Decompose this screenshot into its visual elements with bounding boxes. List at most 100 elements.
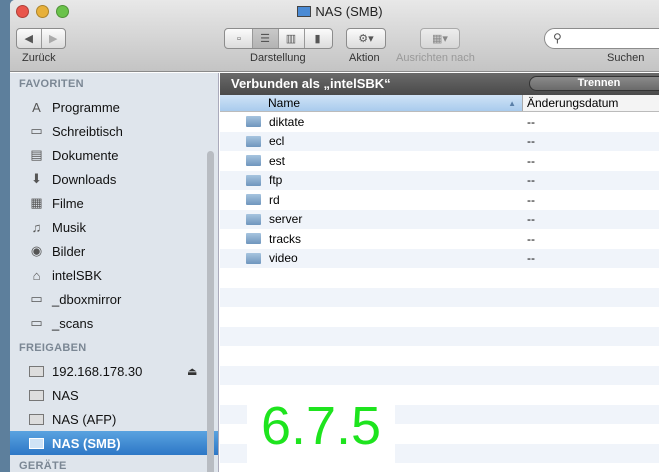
forward-arrow-icon: ▶ — [49, 33, 58, 45]
file-name: rd — [269, 192, 280, 207]
arrange-label: Ausrichten nach — [396, 52, 475, 64]
favorite-icon: ⬇ — [31, 171, 42, 186]
file-name: ftp — [269, 173, 283, 188]
action-button[interactable]: ⚙▾ — [346, 28, 386, 49]
modified-date: -- — [527, 212, 535, 227]
favorites-header: FAVORITEN — [19, 78, 84, 90]
folder-icon — [246, 174, 261, 186]
sort-ascending-icon: ▲ — [508, 99, 516, 108]
coverflow-view-button[interactable]: ▮ — [305, 29, 331, 48]
modified-date: -- — [527, 231, 535, 246]
empty-row — [220, 287, 659, 307]
favorite-icon: A — [32, 99, 41, 115]
version-overlay: 6.7.5 — [247, 390, 395, 463]
table-row[interactable]: server -- — [220, 209, 659, 229]
icon-view-icon: ▫ — [237, 32, 241, 45]
name-column-header[interactable]: Name ▲ — [220, 95, 523, 111]
sidebar: FAVORITEN A Programme ▭ Schreibtisch ▤ Dokume… — [10, 73, 219, 472]
devices-header: GERÄTE — [19, 460, 67, 472]
window-title-text: NAS (SMB) — [315, 4, 383, 19]
modified-date: -- — [527, 153, 535, 168]
sidebar-item-label: 192.168.178.30 — [52, 363, 143, 379]
favorite-icon: ♫ — [31, 219, 42, 235]
sidebar-share-item[interactable]: NAS — [10, 383, 218, 407]
modified-date: -- — [527, 134, 535, 149]
table-row[interactable]: ftp -- — [220, 170, 659, 190]
favorite-icon: ▤ — [30, 147, 43, 162]
computer-icon — [28, 364, 45, 379]
sidebar-scrollbar[interactable] — [207, 151, 214, 472]
favorite-icon: ▭ — [30, 291, 43, 306]
computer-icon — [297, 6, 312, 17]
modified-date: -- — [527, 192, 535, 207]
sidebar-item-dboxmirror[interactable]: ▭ _dboxmirror — [10, 287, 218, 311]
file-name: diktate — [269, 114, 305, 129]
file-name: server — [269, 212, 303, 227]
sidebar-item-schreibtisch[interactable]: ▭ Schreibtisch — [10, 119, 218, 143]
search-input[interactable]: ⚲ — [544, 28, 659, 49]
arrange-icon: ▦▾ — [432, 33, 448, 45]
arrange-button[interactable]: ▦▾ — [420, 28, 460, 49]
sidebar-item-downloads[interactable]: ⬇ Downloads — [10, 167, 218, 191]
folder-icon — [246, 194, 261, 206]
sidebar-item-label: Programme — [52, 99, 120, 115]
sidebar-item-label: intelSBK — [52, 267, 102, 283]
folder-icon — [246, 135, 261, 147]
back-label: Zurück — [22, 52, 56, 64]
table-row[interactable]: video -- — [220, 248, 659, 268]
icon-view-button[interactable]: ▫ — [227, 29, 253, 48]
search-label: Suchen — [607, 52, 645, 64]
column-view-button[interactable]: ▥ — [279, 29, 305, 48]
eject-icon[interactable]: ⏏ — [187, 365, 197, 378]
sidebar-item-label: Downloads — [52, 171, 117, 187]
sidebar-item-label: NAS — [52, 387, 79, 403]
favorite-icon: ◉ — [30, 243, 43, 258]
table-row[interactable]: rd -- — [220, 190, 659, 210]
file-name: ecl — [269, 134, 285, 149]
folder-icon — [246, 213, 261, 225]
toolbar: NAS (SMB) ◀ ▶ Zurück ▫ ☰ ▥ ▮ Darstellung… — [10, 0, 659, 72]
table-row[interactable]: est -- — [220, 151, 659, 171]
empty-row — [220, 346, 659, 366]
sidebar-item-intelsbk[interactable]: ⌂ intelSBK — [10, 263, 218, 287]
date-column-header[interactable]: Änderungsdatum — [523, 95, 659, 111]
computer-icon — [28, 436, 45, 451]
search-icon: ⚲ — [553, 31, 562, 45]
table-row[interactable]: ecl -- — [220, 131, 659, 151]
folder-icon — [246, 116, 261, 128]
folder-icon — [246, 252, 261, 264]
list-view-button[interactable]: ☰ — [252, 29, 279, 48]
sidebar-item-dokumente[interactable]: ▤ Dokumente — [10, 143, 218, 167]
sidebar-item-scans[interactable]: ▭ _scans — [10, 311, 218, 335]
sidebar-item-filme[interactable]: ▦ Filme — [10, 191, 218, 215]
view-label: Darstellung — [250, 52, 306, 64]
name-column-label: Name — [268, 96, 301, 110]
forward-button[interactable]: ▶ — [42, 29, 66, 48]
empty-row — [220, 307, 659, 327]
sidebar-share-item[interactable]: NAS (AFP) — [10, 407, 218, 431]
table-row[interactable]: diktate -- — [220, 112, 659, 132]
connection-bar: Verbunden als „intelSBK“ Trennen — [220, 73, 659, 95]
finder-window: NAS (SMB) ◀ ▶ Zurück ▫ ☰ ▥ ▮ Darstellung… — [10, 0, 659, 472]
window-title: NAS (SMB) — [10, 4, 659, 19]
view-control: ▫ ☰ ▥ ▮ — [224, 28, 333, 49]
empty-row — [220, 365, 659, 385]
back-button[interactable]: ◀ — [17, 29, 42, 48]
sidebar-item-musik[interactable]: ♫ Musik — [10, 215, 218, 239]
table-row[interactable]: tracks -- — [220, 229, 659, 249]
sidebar-item-bilder[interactable]: ◉ Bilder — [10, 239, 218, 263]
sidebar-item-programme[interactable]: A Programme — [10, 95, 218, 119]
sidebar-share-item[interactable]: 192.168.178.30 ⏏ — [10, 359, 218, 383]
column-view-icon: ▥ — [285, 33, 297, 45]
sidebar-item-label: Musik — [52, 219, 86, 235]
gear-icon: ⚙▾ — [358, 33, 374, 45]
sidebar-item-label: _scans — [52, 315, 94, 331]
back-forward-control: ◀ ▶ — [16, 28, 66, 49]
empty-row — [220, 326, 659, 346]
sidebar-item-label: Schreibtisch — [52, 123, 123, 139]
disconnect-button[interactable]: Trennen — [529, 76, 659, 91]
computer-icon — [28, 388, 45, 403]
shares-header: FREIGABEN — [19, 342, 87, 354]
sidebar-share-item[interactable]: NAS (SMB) — [10, 431, 218, 455]
file-name: video — [269, 251, 298, 266]
